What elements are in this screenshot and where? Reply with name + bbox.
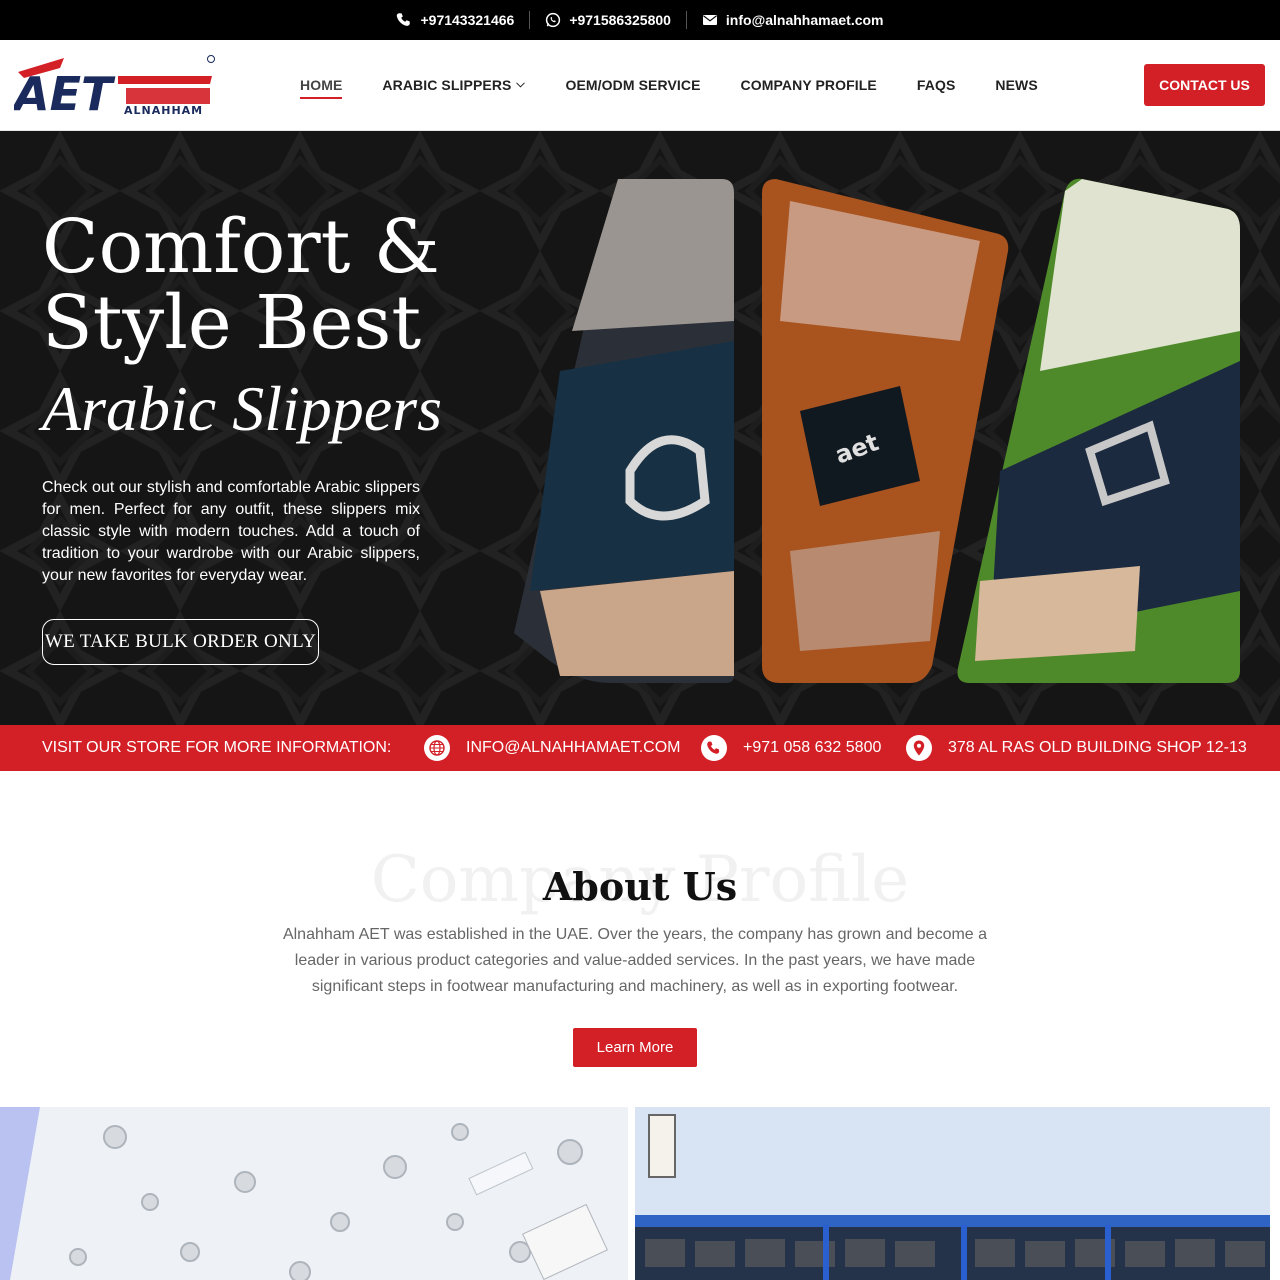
nav-news[interactable]: NEWS — [995, 77, 1037, 93]
brand-logo[interactable]: AET ALNAHHAM — [14, 54, 218, 118]
topbar-phone[interactable]: +97143321466 — [381, 12, 529, 28]
chevron-down-icon — [516, 82, 526, 88]
phone-icon — [397, 13, 411, 26]
about-description: Alnahham AET was established in the UAE.… — [282, 926, 988, 995]
top-contact-bar: +97143321466 +971586325800 info@alnahham… — [0, 0, 1280, 40]
strip-email-text: INFO@ALNAHHAMAET.COM — [466, 739, 681, 756]
topbar-email-text: info@alnahhamaet.com — [725, 12, 884, 28]
about-title: About Us — [542, 864, 738, 909]
strip-address[interactable]: 378 AL RAS OLD BUILDING SHOP 12-13 — [906, 725, 1247, 771]
slipper-photo-2: aet — [762, 179, 1009, 683]
hero-title-line1: Comfort & — [42, 204, 440, 290]
slipper-photo-1 — [514, 179, 734, 683]
bulk-order-button[interactable]: WE TAKE BULK ORDER ONLY — [42, 619, 319, 665]
location-pin-icon — [906, 735, 932, 761]
hero-banner: Comfort & Style Best Arabic Slippers Che… — [0, 131, 1280, 725]
store-gallery — [0, 1107, 1280, 1280]
whatsapp-icon — [546, 12, 561, 28]
envelope-icon — [702, 15, 717, 25]
hero-title: Comfort & Style Best — [42, 209, 482, 361]
store-info-strip: VISIT OUR STORE FOR MORE INFORMATION: IN… — [0, 725, 1280, 771]
site-header: AET ALNAHHAM HOME ARABIC SLIPPERS OEM/OD… — [0, 40, 1280, 131]
globe-icon — [424, 735, 450, 761]
nav-faqs-label: FAQS — [916, 77, 956, 93]
strip-email[interactable]: INFO@ALNAHHAMAET.COM — [424, 725, 680, 771]
strip-phone[interactable]: +971 058 632 5800 — [701, 725, 881, 771]
main-nav: HOME ARABIC SLIPPERS OEM/ODM SERVICE COM… — [300, 40, 1038, 130]
topbar-email[interactable]: info@alnahhamaet.com — [687, 12, 899, 28]
topbar-whatsapp-text: +971586325800 — [569, 12, 671, 28]
nav-oem-odm[interactable]: OEM/ODM SERVICE — [565, 77, 700, 93]
nav-oem-odm-label: OEM/ODM SERVICE — [565, 77, 701, 93]
store-shelf-photo — [635, 1107, 1270, 1280]
nav-faqs[interactable]: FAQS — [917, 77, 956, 93]
nav-home-label: HOME — [300, 77, 343, 93]
nav-arabic-slippers-label: ARABIC SLIPPERS — [382, 77, 512, 93]
hero-description: Check out our stylish and comfortable Ar… — [42, 479, 420, 584]
hero-script-heading: Arabic Slippers — [42, 373, 442, 444]
nav-arabic-slippers[interactable]: ARABIC SLIPPERS — [382, 77, 526, 93]
topbar-phone-text: +97143321466 — [420, 12, 515, 28]
nav-news-label: NEWS — [995, 77, 1038, 93]
nav-company-profile-label: COMPANY PROFILE — [740, 77, 877, 93]
phone-call-icon — [701, 735, 727, 761]
store-ceiling-photo — [0, 1107, 628, 1280]
nav-home[interactable]: HOME — [300, 77, 343, 99]
topbar-whatsapp[interactable]: +971586325800 — [530, 12, 686, 28]
nav-company-profile[interactable]: COMPANY PROFILE — [741, 77, 877, 93]
strip-address-text: 378 AL RAS OLD BUILDING SHOP 12-13 — [948, 739, 1247, 756]
learn-more-button[interactable]: Learn More — [573, 1028, 697, 1067]
slippers-photo-collage: aet — [514, 178, 1240, 683]
strip-phone-text: +971 058 632 5800 — [743, 739, 882, 756]
store-info-lead: VISIT OUR STORE FOR MORE INFORMATION: — [42, 739, 392, 756]
contact-us-button[interactable]: CONTACT US — [1144, 64, 1265, 106]
logo-sub-text: ALNAHHAM — [124, 104, 203, 117]
hero-title-line2: Style Best — [42, 280, 422, 366]
